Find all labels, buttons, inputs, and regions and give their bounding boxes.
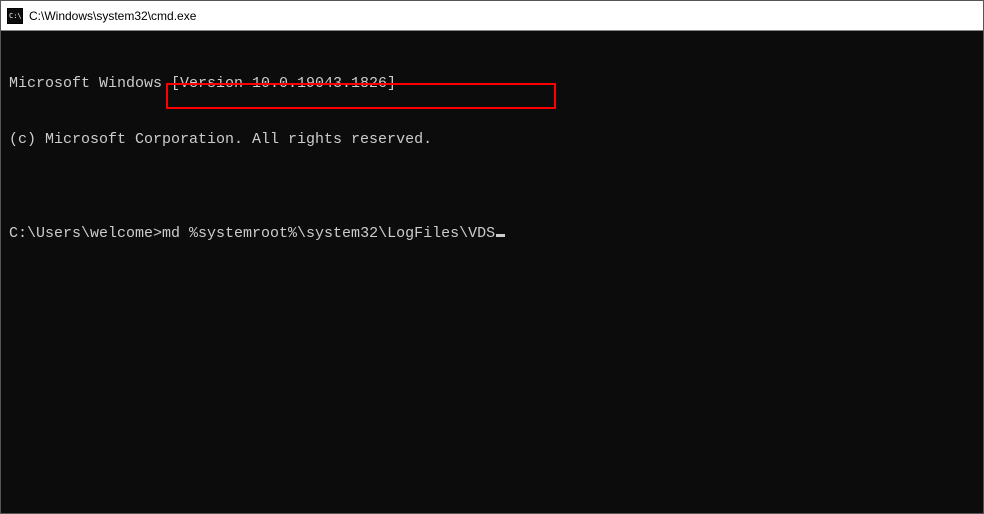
cmd-icon: C:\ [7, 8, 23, 24]
cursor [496, 234, 505, 237]
command-text[interactable]: md %systemroot%\system32\LogFiles\VDS [162, 225, 495, 244]
terminal-area[interactable]: Microsoft Windows [Version 10.0.19043.18… [1, 31, 983, 513]
copyright-line: (c) Microsoft Corporation. All rights re… [9, 131, 975, 150]
prompt-line: C:\Users\welcome>md %systemroot%\system3… [9, 225, 975, 244]
svg-text:C:\: C:\ [9, 12, 22, 20]
prompt-text: C:\Users\welcome> [9, 225, 162, 244]
version-line: Microsoft Windows [Version 10.0.19043.18… [9, 75, 975, 94]
window-title: C:\Windows\system32\cmd.exe [29, 9, 196, 23]
titlebar[interactable]: C:\ C:\Windows\system32\cmd.exe [1, 1, 983, 31]
cmd-window: C:\ C:\Windows\system32\cmd.exe Microsof… [0, 0, 984, 514]
